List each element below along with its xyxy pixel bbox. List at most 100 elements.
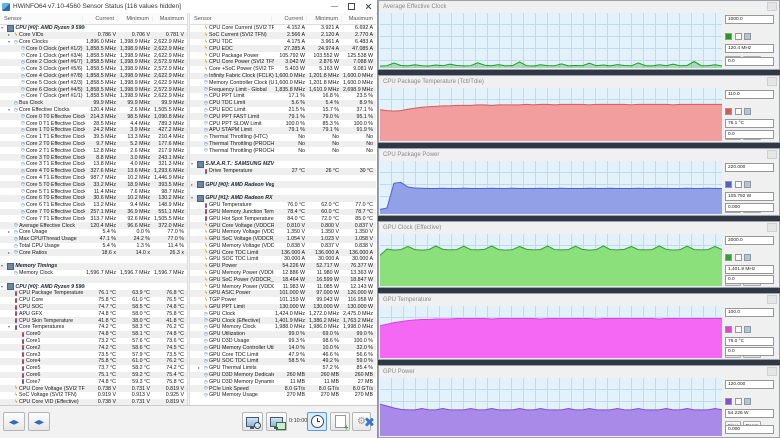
table-row[interactable]: ◷Core 5 T0 Effective Clock33.2 MHz18.9 M… xyxy=(0,181,187,188)
expander-icon[interactable]: ▸ xyxy=(191,183,196,187)
table-row[interactable]: ◷Core 2 T1 Effective Clock12.8 MHz2.6 MH… xyxy=(0,147,187,154)
table-row[interactable]: ◷Core 6 T0 Effective Clock30.6 MHz10.2 M… xyxy=(0,195,187,202)
scale-min-input[interactable]: 0.000 xyxy=(725,203,774,212)
table-row[interactable]: ◷Frequency Limit - Global1,835.8 MHz1,61… xyxy=(190,86,376,93)
table-row[interactable]: ▾◷Core Effective Clocks120.4 MHz2.6 MHz1… xyxy=(0,107,187,114)
table-row[interactable]: ◷Core 2 Clock (perf #6/7)1,858.5 MHz1,39… xyxy=(0,59,187,66)
table-row[interactable]: ◷Memory Controller Clock (UCLK)1,600.0 M… xyxy=(190,79,376,86)
graph-titlebar[interactable]: CPU Package Power xyxy=(379,149,779,160)
scale-max-input[interactable]: 1000.0 xyxy=(725,15,774,24)
grid-color-swatch[interactable] xyxy=(744,181,751,188)
table-row[interactable]: ϟGPU Memory Power (VDDIO)12.886 W11.980 … xyxy=(190,270,376,277)
table-row[interactable]: ϟGPU SoC Voltage (VDDCR_SOC)1.054 V1.023… xyxy=(190,236,376,243)
table-row[interactable]: ▸ϟCore VIDs0.786 V0.706 V0.781 V xyxy=(0,32,187,39)
table-row[interactable]: Core373.5 °C57.9 °C73.5 °C xyxy=(0,351,187,358)
table-row[interactable]: ◷GPU Memory Clock1,988.0 MHz1,986.0 MHz1… xyxy=(190,324,376,331)
table-row[interactable]: Core774.8 °C59.3 °C75.8 °C xyxy=(0,378,187,385)
graph-titlebar[interactable]: GPU Clock (Effective) xyxy=(379,222,779,233)
table-row[interactable]: ϟGPU Core TDC Limit136.000 A136.000 A136… xyxy=(190,249,376,256)
table-row[interactable]: ◷Core 1 T1 Effective Clock39.5 MHz13.3 M… xyxy=(0,134,187,141)
table-row[interactable]: ◷GPU Memory Controller Utilization14.0 %… xyxy=(190,344,376,351)
table-row[interactable]: ◷GPU Clock (Effective)1,401.9 MHz1,386.2… xyxy=(190,317,376,324)
grid-color-swatch[interactable] xyxy=(744,33,751,40)
table-row[interactable]: CPU SOC74.7 °C58.5 °C74.8 °C xyxy=(0,304,187,311)
table-row[interactable]: Drive Temperature27 °C26 °C30 °C xyxy=(190,168,376,175)
table-row[interactable]: ◷Core 1 Clock (perf #3/4)1,858.5 MHz1,39… xyxy=(0,52,187,59)
table-row[interactable]: ϟCPU Core Power (SVI2 TFN)3.042 W2.876 W… xyxy=(190,59,376,66)
table-row[interactable]: CPU Core75.8 °C61.0 °C76.5 °C xyxy=(0,297,187,304)
table-row[interactable]: ▸◷GPU Thermal Limits57.2 %85.4 % xyxy=(190,365,376,372)
table-row[interactable]: GPU Memory Junction Temperature78.4 °C60… xyxy=(190,209,376,216)
background-color-swatch[interactable] xyxy=(735,326,742,333)
table-row[interactable]: ◷GPU SOC TDC Limit58.5 %49.2 %59.0 % xyxy=(190,358,376,365)
table-row[interactable]: ϟGPU Power54.226 W52.717 W76.377 W xyxy=(190,263,376,270)
table-row[interactable]: ϟCPU Core Current (SVI2 TFN)4.152 A3.921… xyxy=(190,25,376,32)
table-row[interactable]: ◷Core 4 T0 Effective Clock327.6 MHz13.6 … xyxy=(0,168,187,175)
sensor-group-row[interactable]: ▾CPU [#0]: AMD Ryzen 9 5900HX: Enha... xyxy=(0,283,187,290)
table-row[interactable]: ◷Core 1 T0 Effective Clock24.2 MHz3.9 MH… xyxy=(0,127,187,134)
table-row[interactable]: ◷APU STAPM Limit79.1 %79.1 %91.9 % xyxy=(190,127,376,134)
table-row[interactable]: ϟCPU Package Power105.792 W103.552 W125.… xyxy=(190,52,376,59)
table-row[interactable]: ◷Core 7 Clock (perf #1/1)1,858.5 MHz1,39… xyxy=(0,93,187,100)
table-row[interactable]: ◷GPU Utilization99.0 %69.0 %99.0 % xyxy=(190,331,376,338)
remote-monitoring-button[interactable] xyxy=(266,412,287,431)
scale-min-input[interactable]: 0.000 xyxy=(725,425,774,434)
sensor-group-row[interactable]: ▾GPU [#1]: AMD Radeon RX 6800M xyxy=(190,195,376,202)
table-row[interactable]: ◷PCIe Link Speed8.0 GT/s8.0 GT/s8.0 GT/s xyxy=(190,385,376,392)
expander-icon[interactable]: ▾ xyxy=(1,285,6,289)
grid-color-swatch[interactable] xyxy=(744,108,751,115)
maximize-button[interactable] xyxy=(343,0,360,13)
table-row[interactable]: Core074.8 °C58.1 °C74.8 °C xyxy=(0,331,187,338)
expander-icon[interactable]: ▾ xyxy=(191,196,196,200)
table-row[interactable]: ◷Core 0 T1 Effective Clock28.5 MHz4.4 MH… xyxy=(0,120,187,127)
table-row[interactable]: Core274.2 °C58.6 °C74.5 °C xyxy=(0,344,187,351)
scale-min-input[interactable]: 0.0 xyxy=(725,275,774,284)
background-color-swatch[interactable] xyxy=(735,108,742,115)
table-row[interactable]: Core173.2 °C57.6 °C73.6 °C xyxy=(0,338,187,345)
graph-window-button[interactable] xyxy=(767,2,777,11)
table-row[interactable]: ◷Thermal Throttling (HTC)NoNoNo xyxy=(190,134,376,141)
table-row[interactable]: ◷CPU TDC Limit5.6 %5.4 %8.9 % xyxy=(190,100,376,107)
table-row[interactable]: ϟSoC Current (SVI2 TFN)2.566 A2.120 A2.7… xyxy=(190,32,376,39)
graph-window-button[interactable] xyxy=(767,295,777,304)
graph-window-button[interactable] xyxy=(767,367,777,376)
table-row[interactable]: ◷CPU PPT Limit17.1 %16.8 %23.5 % xyxy=(190,93,376,100)
table-row[interactable]: ϟGPU SoC Power (VDDCR_SOC)18.464 W16.599… xyxy=(190,276,376,283)
background-color-swatch[interactable] xyxy=(735,33,742,40)
table-row[interactable]: ◷GPU Clock1,424.0 MHz1,272.0 MHz2,475.0 … xyxy=(190,310,376,317)
table-row[interactable]: ▸◷Core Ratios18.6 x14.0 x26.3 x xyxy=(0,249,187,256)
graph-window-button[interactable] xyxy=(767,223,777,232)
table-row[interactable]: ◷CPU PPT SLOW Limit100.0 %85.3 %100.0 % xyxy=(190,120,376,127)
line-color-swatch[interactable] xyxy=(725,326,732,333)
table-row[interactable]: ◷Core 4 Clock (perf #7/8)1,858.5 MHz1,39… xyxy=(0,73,187,80)
table-row[interactable]: ϟGPU ASIC Power101.000 W97.000 W126.000 … xyxy=(190,290,376,297)
table-row[interactable]: ◷Core 5 Clock (perf #2/3)1,858.5 MHz1,39… xyxy=(0,79,187,86)
background-color-swatch[interactable] xyxy=(735,181,742,188)
table-row[interactable]: ◷Core 6 T1 Effective Clock13.2 MHz9.4 MH… xyxy=(0,202,187,209)
clock-toggle-button[interactable] xyxy=(307,412,327,431)
line-color-swatch[interactable] xyxy=(725,398,732,405)
table-row[interactable]: ◷Core 4 T1 Effective Clock987.7 MHz10.2 … xyxy=(0,175,187,182)
table-row[interactable]: ◷Core 3 T1 Effective Clock13.8 MHz4.0 MH… xyxy=(0,161,187,168)
table-row[interactable]: ▸◷Core Usage5.4 %0.0 %77.0 % xyxy=(0,229,187,236)
expander-icon[interactable]: ▾ xyxy=(8,325,13,329)
table-row[interactable]: APU GFX74.8 °C58.0 °C75.8 °C xyxy=(0,310,187,317)
table-row[interactable]: ◷Infinity Fabric Clock (FCLK)1,600.0 MHz… xyxy=(190,73,376,80)
table-row[interactable]: Core475.8 °C61.0 °C76.2 °C xyxy=(0,358,187,365)
graph-titlebar[interactable]: CPU Package Temperature (Tctl/Tdie) xyxy=(379,76,779,87)
sensor-group-row[interactable]: ▾S.M.A.R.T.: SAMSUNG MZVLQ1T0H... xyxy=(190,161,376,168)
line-color-swatch[interactable] xyxy=(725,181,732,188)
table-row[interactable]: ϟCore +SoC Power (SVI2 TFN)5.403 W5.163 … xyxy=(190,66,376,73)
table-row[interactable]: ◷Bus Clock99.9 MHz99.9 MHz99.9 MHz xyxy=(0,100,187,107)
table-row[interactable]: ϟTGP Power101.159 W99.043 W116.958 W xyxy=(190,297,376,304)
graph-window-button[interactable] xyxy=(767,77,777,86)
graph-window-button[interactable] xyxy=(767,150,777,159)
scale-max-input[interactable]: 110.0 xyxy=(725,90,774,99)
table-row[interactable]: ◷Core 2 T0 Effective Clock9.7 MHz5.2 MHz… xyxy=(0,141,187,148)
sensor-group-row[interactable]: ▸GPU [#0]: AMD Radeon Vega xyxy=(190,181,376,188)
table-row[interactable]: ◷Core 3 T0 Effective Clock8.8 MHz3.0 MHz… xyxy=(0,154,187,161)
table-row[interactable]: ϟCPU Core Voltage (SVI2 TFN)0.738 V0.731… xyxy=(0,385,187,392)
table-row[interactable]: ◷GPU Core TDC Limit47.9 %46.6 %56.6 % xyxy=(190,351,376,358)
table-row[interactable]: ϟCPU TDC4.175 A3.961 A6.483 A xyxy=(190,39,376,46)
table-row[interactable]: ◷Memory Clock1,596.7 MHz1,596.7 MHz1,596… xyxy=(0,270,187,277)
